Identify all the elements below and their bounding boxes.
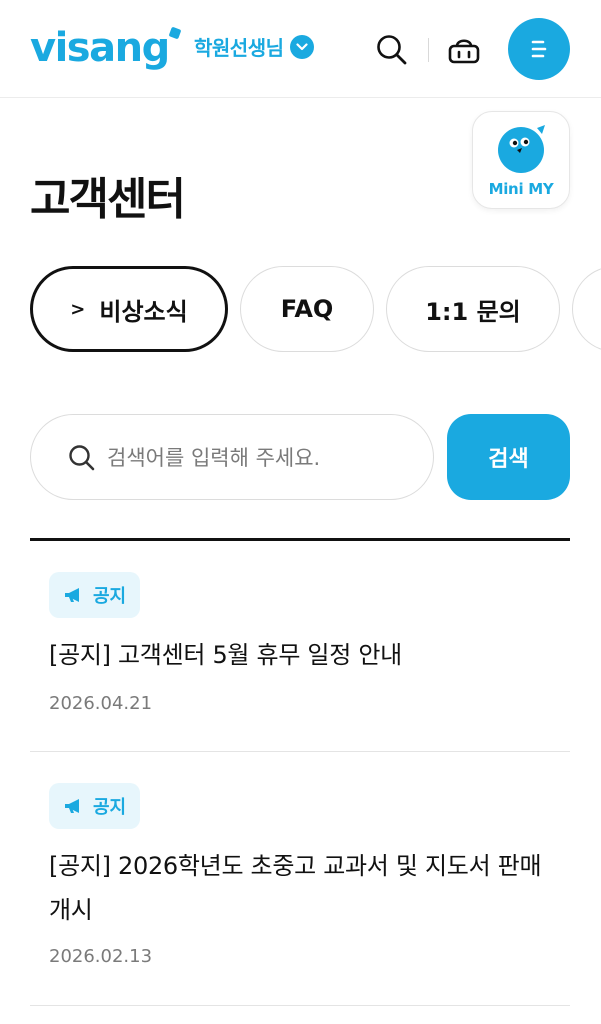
megaphone-icon: [65, 588, 79, 602]
tab-label: FAQ: [280, 295, 334, 323]
menu-button[interactable]: [508, 18, 570, 80]
tab-bar: > 비상소식 FAQ 1:1 문의: [30, 266, 601, 354]
mini-my-label: Mini MY: [488, 180, 554, 198]
site-header: visang 학원선생님: [0, 0, 601, 98]
visang-logo[interactable]: visang: [30, 22, 182, 80]
search-icon[interactable]: [374, 32, 410, 68]
notice-title[interactable]: [공지] 2026학년도 초중고 교과서 및 지도서 판매 개시: [49, 844, 549, 932]
list-item[interactable]: 공지 [공지] 고객센터 5월 휴무 일정 안내 2026.04.21: [30, 541, 570, 752]
tab-label: 비상소식: [99, 297, 188, 326]
search-input[interactable]: [107, 437, 417, 479]
tab-more[interactable]: [572, 266, 601, 352]
list-divider: [30, 1005, 570, 1006]
notice-badge: 공지: [49, 783, 141, 829]
tab-emergency-news[interactable]: > 비상소식: [30, 266, 228, 352]
menu-icon: [531, 40, 547, 58]
tab-inquiry[interactable]: 1:1 문의: [386, 266, 560, 352]
chevron-right-icon: >: [70, 298, 86, 320]
megaphone-icon: [65, 799, 79, 813]
search-field[interactable]: [30, 414, 434, 500]
search-button[interactable]: 검색: [447, 414, 570, 500]
notice-date: 2026.04.21: [49, 693, 153, 714]
user-type-label: 학원선생님: [194, 36, 284, 60]
list-item[interactable]: 공지 [공지] 2026학년도 초중고 교과서 및 지도서 판매 개시 2026…: [30, 752, 570, 1008]
chevron-down-icon: [289, 34, 314, 59]
page-title: 고객센터: [30, 174, 186, 225]
logo-tick-mark: [168, 26, 182, 40]
user-type-selector[interactable]: 학원선생님: [194, 32, 314, 61]
basket-icon[interactable]: [444, 30, 484, 70]
badge-label: 공지: [93, 586, 127, 607]
mascot-icon: [498, 125, 545, 173]
notice-badge: 공지: [49, 572, 141, 618]
badge-label: 공지: [93, 797, 127, 818]
tab-label: 1:1 문의: [425, 297, 521, 326]
notice-title[interactable]: [공지] 고객센터 5월 휴무 일정 안내: [49, 633, 549, 677]
header-divider: [428, 38, 429, 62]
mini-my-button[interactable]: Mini MY: [472, 111, 570, 209]
search-icon: [69, 445, 95, 471]
notice-date: 2026.02.13: [49, 946, 153, 967]
tab-faq[interactable]: FAQ: [240, 266, 374, 352]
logo-text: visang: [30, 25, 170, 71]
